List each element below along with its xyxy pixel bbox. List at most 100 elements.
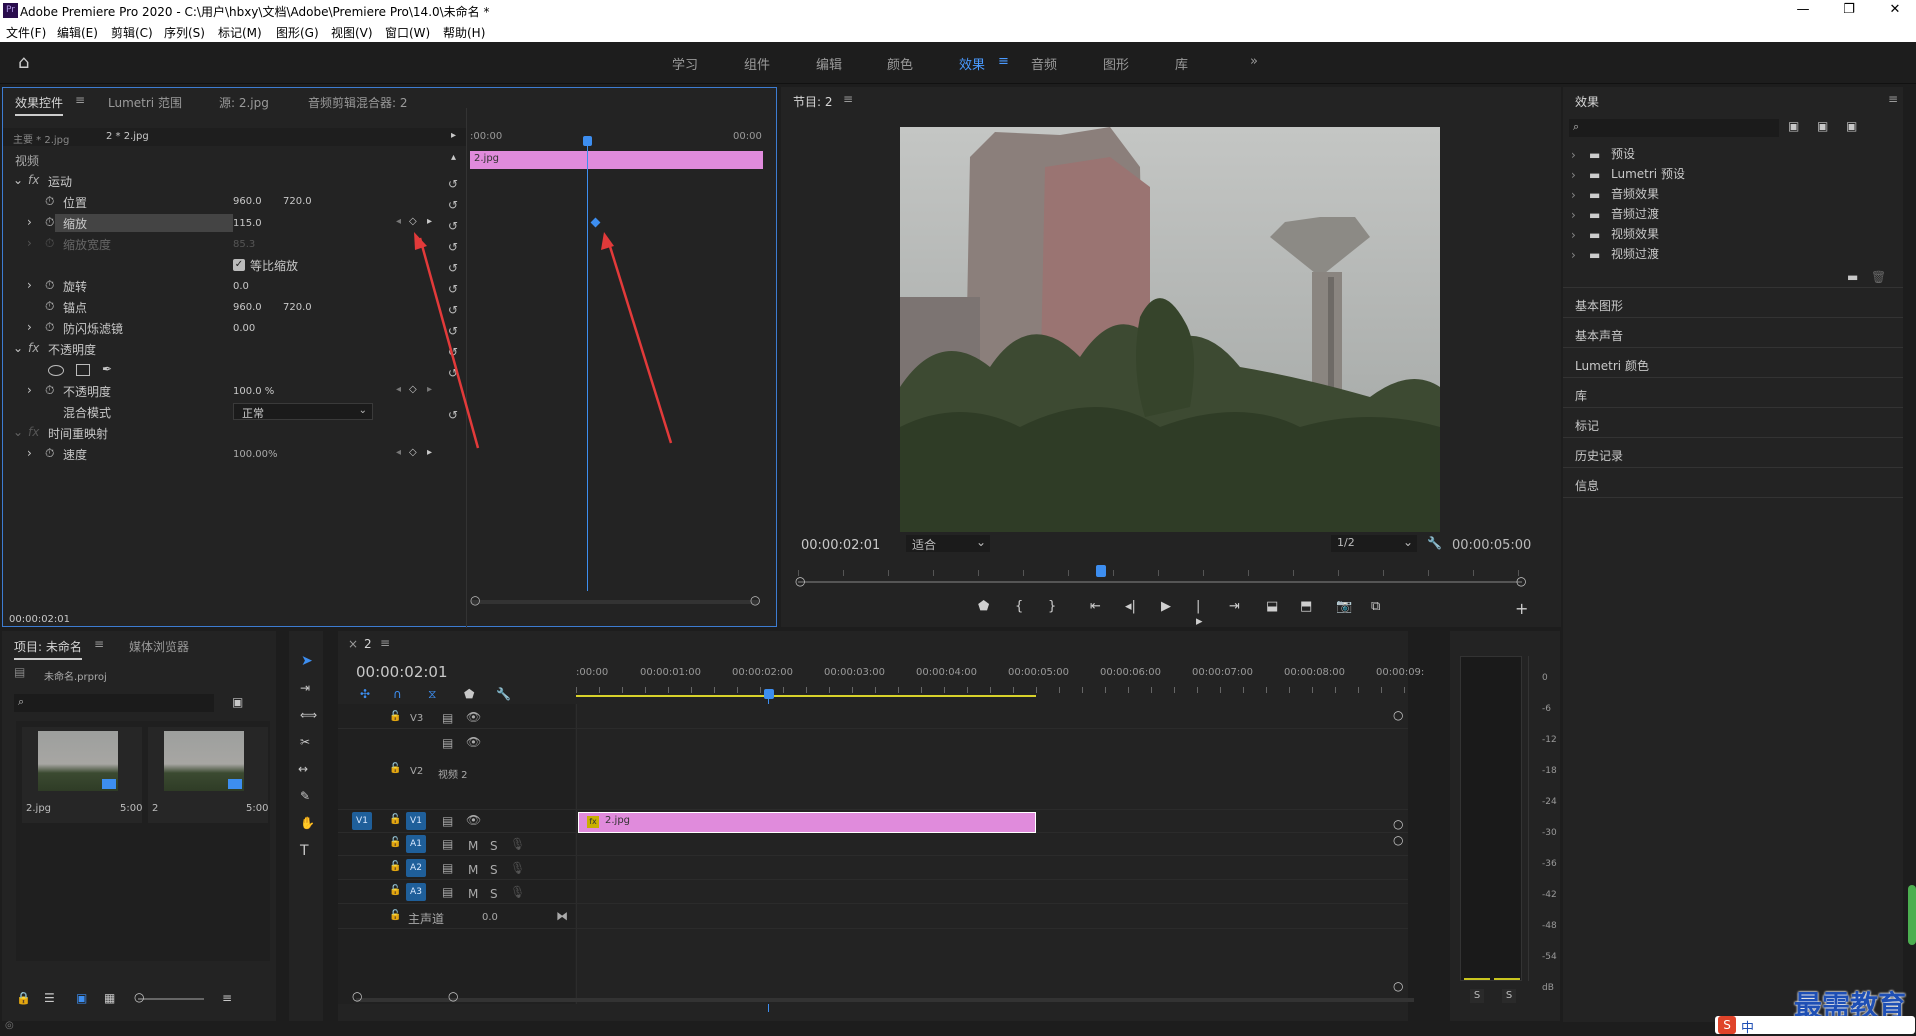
effects-item-video-effects[interactable]: 视频效果 [1611, 225, 1659, 242]
a2-lock-icon[interactable]: 🔓 [389, 861, 401, 872]
fx-icon[interactable]: fx [28, 173, 39, 187]
work-area-bar[interactable] [576, 695, 1036, 697]
project-item-1[interactable]: 2.jpg 5:00 [22, 727, 142, 823]
ws-menu-icon[interactable]: ≡ [998, 54, 1009, 69]
speed-value[interactable]: 100.00% [233, 449, 278, 460]
a3-track-target[interactable]: A3 [406, 883, 426, 901]
motion-toggle-icon[interactable]: ⌄ [13, 173, 23, 187]
clip-label[interactable]: 2 * 2.jpg [106, 131, 149, 142]
freeform-view-icon[interactable]: ▦ [104, 991, 115, 1005]
extract-icon[interactable]: ⬒ [1300, 599, 1312, 614]
zoom-slider[interactable] [138, 998, 204, 1000]
vscroll-audio-handle[interactable]: ○ [1393, 833, 1403, 847]
v3-sync-icon[interactable]: ▤ [442, 711, 453, 725]
opacity-stopwatch-icon[interactable]: ⏱ [45, 383, 54, 398]
meter-solo-left[interactable]: S [1470, 989, 1484, 1003]
ws-graphics[interactable]: 图形 [1103, 54, 1129, 73]
tab-media-browser[interactable]: 媒体浏览器 [129, 638, 189, 655]
stopwatch-icon[interactable]: ⏱ [45, 194, 54, 209]
next-keyframe-icon[interactable]: ▸ [427, 216, 432, 227]
rotation-stopwatch-icon[interactable]: ⏱ [45, 278, 54, 293]
delete-icon[interactable]: 🗑 [1871, 270, 1886, 284]
program-title[interactable]: 节目: 2 [793, 93, 833, 110]
v1-source-patch[interactable]: V1 [352, 812, 372, 830]
ws-effects[interactable]: 效果 [959, 54, 985, 73]
panel-libraries[interactable]: 库 [1575, 387, 1587, 404]
anchor-y-value[interactable]: 720.0 [283, 302, 312, 313]
32bit-effects-icon[interactable]: ▣ [1817, 119, 1828, 133]
yuv-effects-icon[interactable]: ▣ [1846, 119, 1857, 133]
opacity-toggle-icon[interactable]: ⌄ [13, 341, 23, 355]
stopwatch-active-icon[interactable]: ⏱ [45, 215, 54, 230]
menu-help[interactable]: 帮助(H) [443, 24, 485, 41]
a3-sync-icon[interactable]: ▤ [442, 885, 453, 899]
mark-in-icon[interactable]: { [1015, 599, 1023, 614]
a2-track-target[interactable]: A2 [406, 859, 426, 877]
a1-sync-icon[interactable]: ▤ [442, 837, 453, 851]
list-view-icon[interactable]: ☰ [44, 991, 55, 1005]
ec-clip-bar[interactable]: 2.jpg [470, 151, 763, 169]
ws-color[interactable]: 颜色 [887, 54, 913, 73]
master-expand-icon[interactable]: ⧓ [556, 909, 568, 923]
rotation-value[interactable]: 0.0 [233, 281, 249, 292]
a2-mute[interactable]: M [468, 863, 478, 877]
menu-window[interactable]: 窗口(W) [385, 24, 430, 41]
menu-sequence[interactable]: 序列(S) [164, 24, 205, 41]
menu-marker[interactable]: 标记(M) [218, 24, 262, 41]
wrench-icon[interactable]: 🔧 [1427, 536, 1442, 550]
menu-file[interactable]: 文件(F) [6, 24, 46, 41]
slip-tool-icon[interactable]: ↔ [298, 762, 308, 776]
ellipse-mask-icon[interactable] [48, 365, 64, 376]
program-playhead[interactable] [1096, 565, 1106, 577]
step-back-icon[interactable]: ◂| [1125, 599, 1136, 614]
accelerated-effects-icon[interactable]: ▣ [1788, 119, 1799, 133]
effects-item-video-transitions[interactable]: 视频过渡 [1611, 245, 1659, 262]
a3-lock-icon[interactable]: 🔓 [389, 885, 401, 896]
ime-lang[interactable]: 中 [1741, 1017, 1754, 1036]
add-marker-icon[interactable]: ⬟ [978, 599, 989, 614]
panel-info[interactable]: 信息 [1575, 477, 1599, 494]
resolution-select[interactable]: 1/2 ⌄ [1331, 535, 1417, 552]
mark-out-icon[interactable]: } [1048, 599, 1056, 614]
play-icon[interactable]: ▶ [1161, 599, 1171, 614]
anchor-x-value[interactable]: 960.0 [233, 302, 262, 313]
add-keyframe-icon[interactable]: ◇ [409, 216, 417, 227]
timeline-clip[interactable]: fx 2.jpg [578, 812, 1036, 833]
panel-essential-sound[interactable]: 基本声音 [1575, 327, 1623, 344]
scrub-end-handle[interactable]: ○ [1516, 574, 1526, 588]
timeline-timecode[interactable]: 00:00:02:01 [356, 663, 448, 681]
project-search-input[interactable]: ⌕ [14, 694, 214, 712]
linked-selection-icon[interactable]: ⧖ [428, 687, 436, 702]
a1-mic-icon[interactable]: 🎙 [510, 837, 525, 851]
scrub-start-handle[interactable]: ○ [795, 574, 805, 588]
fit-select[interactable]: 适合 ⌄ [906, 535, 990, 552]
comparison-view-icon[interactable]: ⧉ [1371, 599, 1380, 614]
tab-source[interactable]: 源: 2.jpg [219, 94, 269, 111]
effects-item-audio-effects[interactable]: 音频效果 [1611, 185, 1659, 202]
snap-icon[interactable]: ∩ [393, 687, 402, 701]
effects-item-lumetri-presets[interactable]: Lumetri 预设 [1611, 165, 1685, 182]
timeline-playhead-handle[interactable] [764, 689, 774, 699]
a2-sync-icon[interactable]: ▤ [442, 861, 453, 875]
export-frame-icon[interactable]: 📷 [1336, 599, 1352, 614]
blend-mode-select[interactable]: 正常 ⌄ [233, 403, 373, 420]
add-marker-timeline-icon[interactable]: ⬟ [464, 687, 474, 701]
go-to-out-icon[interactable]: ⇥ [1229, 599, 1240, 614]
a3-solo[interactable]: S [490, 887, 498, 901]
timeline-menu-icon[interactable]: ≡ [380, 636, 390, 650]
keyframe-diamond[interactable] [590, 217, 601, 228]
menu-graphics[interactable]: 图形(G) [276, 24, 319, 41]
ripple-edit-tool-icon[interactable]: ⟺ [300, 708, 317, 722]
program-menu-icon[interactable]: ≡ [843, 92, 853, 106]
program-scrubber[interactable] [798, 581, 1522, 583]
meter-solo-right[interactable]: S [1502, 989, 1516, 1003]
ime-logo-icon[interactable]: S [1718, 1016, 1736, 1034]
master-volume[interactable]: 0.0 [482, 912, 498, 923]
lift-icon[interactable]: ⬓ [1266, 599, 1278, 614]
panel-history[interactable]: 历史记录 [1575, 447, 1623, 464]
position-y-value[interactable]: 720.0 [283, 196, 312, 207]
razor-tool-icon[interactable]: ✂ [300, 735, 310, 749]
a3-mute[interactable]: M [468, 887, 478, 901]
ec-scroll-end[interactable]: ○ [750, 593, 760, 607]
v1-eye-icon[interactable]: 👁 [466, 813, 481, 827]
